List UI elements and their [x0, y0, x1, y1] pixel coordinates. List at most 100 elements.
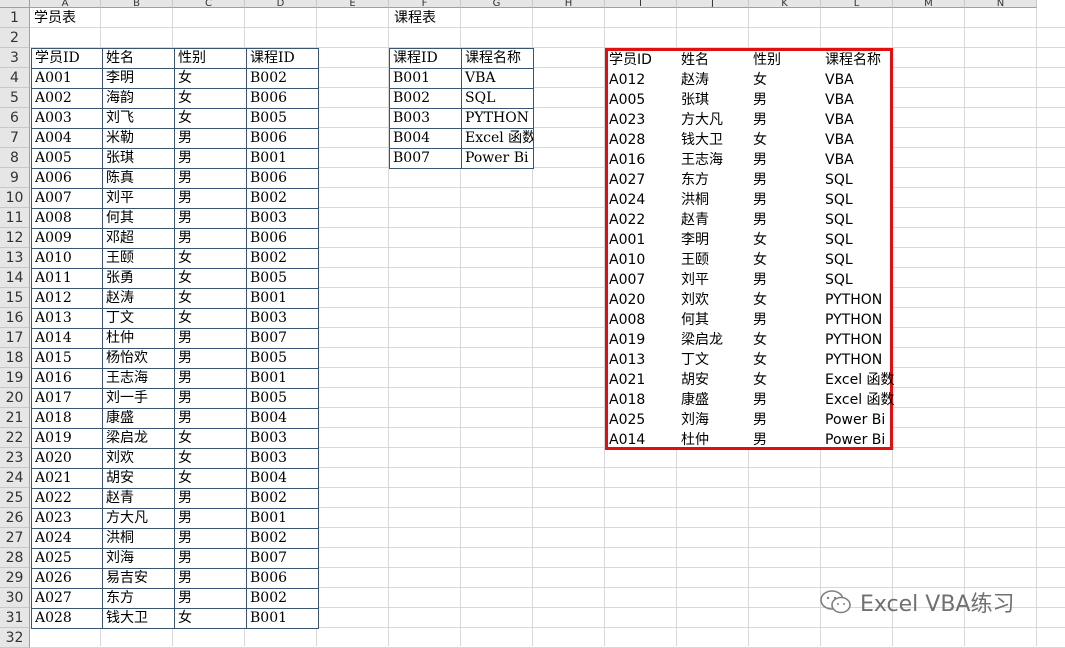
table-cell[interactable]: 女	[174, 268, 247, 289]
result-header-cell[interactable]: 课程名称	[825, 50, 881, 70]
courses-title[interactable]: 课程表	[391, 8, 436, 28]
table-cell[interactable]: A001	[31, 68, 103, 89]
table-cell[interactable]: A025	[31, 548, 103, 569]
table-cell[interactable]: B006	[246, 228, 319, 249]
column-header-j[interactable]: J	[677, 0, 749, 8]
table-cell[interactable]: 男	[174, 408, 247, 429]
table-cell[interactable]: B006	[246, 568, 319, 589]
table-cell[interactable]: 邓超	[102, 228, 175, 249]
table-cell[interactable]: 刘欢	[102, 448, 175, 469]
table-cell[interactable]: SQL	[825, 190, 853, 210]
table-cell[interactable]: 女	[753, 250, 767, 270]
table-cell[interactable]: B001	[246, 608, 319, 629]
table-cell[interactable]: 男	[753, 90, 767, 110]
result-header-cell[interactable]: 学员ID	[609, 50, 652, 70]
table-cell[interactable]: SQL	[825, 270, 853, 290]
table-cell[interactable]: A025	[609, 410, 645, 430]
table-cell[interactable]: B002	[246, 528, 319, 549]
row-header-8[interactable]: 8	[0, 148, 30, 168]
table-cell[interactable]: 钱大卫	[681, 130, 723, 150]
table-cell[interactable]: A027	[31, 588, 103, 609]
table-cell[interactable]: A017	[31, 388, 103, 409]
table-cell[interactable]: A022	[609, 210, 645, 230]
table-cell[interactable]: A012	[609, 70, 645, 90]
row-header-17[interactable]: 17	[0, 328, 30, 348]
table-cell[interactable]: 男	[753, 190, 767, 210]
table-cell[interactable]: A019	[609, 330, 645, 350]
table-cell[interactable]: PYTHON	[825, 310, 882, 330]
table-cell[interactable]: A026	[31, 568, 103, 589]
table-cell[interactable]: A028	[609, 130, 645, 150]
row-header-4[interactable]: 4	[0, 68, 30, 88]
table-cell[interactable]: 洪桐	[681, 190, 709, 210]
table-cell[interactable]: 女	[174, 288, 247, 309]
row-header-20[interactable]: 20	[0, 388, 30, 408]
row-header-25[interactable]: 25	[0, 488, 30, 508]
table-cell[interactable]: B002	[246, 68, 319, 89]
column-header-e[interactable]: E	[317, 0, 389, 8]
column-header-c[interactable]: C	[173, 0, 245, 8]
table-cell[interactable]: 杜仲	[681, 430, 709, 450]
table-cell[interactable]: B001	[246, 288, 319, 309]
table-cell[interactable]: 女	[753, 70, 767, 90]
table-cell[interactable]: B003	[246, 208, 319, 229]
table-cell[interactable]: B005	[246, 268, 319, 289]
table-cell[interactable]: B006	[246, 128, 319, 149]
row-header-27[interactable]: 27	[0, 528, 30, 548]
table-cell[interactable]: A008	[31, 208, 103, 229]
table-cell[interactable]: A002	[31, 88, 103, 109]
table-cell[interactable]: A018	[31, 408, 103, 429]
table-cell[interactable]: 李明	[102, 68, 175, 89]
table-cell[interactable]: B002	[246, 248, 319, 269]
table-cell[interactable]: Excel 函数	[825, 390, 895, 410]
table-cell[interactable]: 王志海	[102, 368, 175, 389]
table-cell[interactable]: 女	[753, 230, 767, 250]
table-cell[interactable]: 梁启龙	[102, 428, 175, 449]
table-cell[interactable]: 男	[174, 348, 247, 369]
table-cell[interactable]: B003	[246, 308, 319, 329]
spreadsheet[interactable]: ABCDEFGHIJKLMN 1 2 3 4 5 6 7 8 9 10 11 12 13 14 15 16 17…	[0, 0, 1065, 648]
table-cell[interactable]: VBA	[825, 110, 854, 130]
students-header-cell[interactable]: 姓名	[102, 48, 175, 69]
table-cell[interactable]: 女	[174, 468, 247, 489]
courses-header-cell[interactable]: 课程名称	[461, 48, 534, 69]
table-cell[interactable]: 男	[753, 170, 767, 190]
row-header-29[interactable]: 29	[0, 568, 30, 588]
table-cell[interactable]: 钱大卫	[102, 608, 175, 629]
row-header-9[interactable]: 9	[0, 168, 30, 188]
table-cell[interactable]: 女	[174, 448, 247, 469]
table-cell[interactable]: 女	[753, 130, 767, 150]
table-cell[interactable]: 男	[753, 310, 767, 330]
column-header-d[interactable]: D	[245, 0, 317, 8]
students-header-cell[interactable]: 课程ID	[246, 48, 319, 69]
table-cell[interactable]: 女	[174, 88, 247, 109]
table-cell[interactable]: 王志海	[681, 150, 723, 170]
table-cell[interactable]: 男	[174, 368, 247, 389]
table-cell[interactable]: B006	[246, 168, 319, 189]
table-cell[interactable]: 女	[753, 290, 767, 310]
table-cell[interactable]: B001	[246, 368, 319, 389]
table-cell[interactable]: 女	[753, 370, 767, 390]
row-header-6[interactable]: 6	[0, 108, 30, 128]
table-cell[interactable]: 何其	[102, 208, 175, 229]
table-cell[interactable]: 梁启龙	[681, 330, 723, 350]
table-cell[interactable]: B001	[246, 508, 319, 529]
table-cell[interactable]: 杨怡欢	[102, 348, 175, 369]
table-cell[interactable]: A005	[31, 148, 103, 169]
table-cell[interactable]: 男	[174, 488, 247, 509]
table-cell[interactable]: 李明	[681, 230, 709, 250]
table-cell[interactable]: B002	[246, 488, 319, 509]
table-cell[interactable]: A006	[31, 168, 103, 189]
table-cell[interactable]: A014	[31, 328, 103, 349]
table-cell[interactable]: 男	[753, 210, 767, 230]
row-header-21[interactable]: 21	[0, 408, 30, 428]
table-cell[interactable]: PYTHON	[825, 350, 882, 370]
table-cell[interactable]: 女	[174, 68, 247, 89]
row-header-12[interactable]: 12	[0, 228, 30, 248]
row-header-14[interactable]: 14	[0, 268, 30, 288]
column-header-k[interactable]: K	[749, 0, 821, 8]
table-cell[interactable]: 丁文	[102, 308, 175, 329]
students-header-cell[interactable]: 学员ID	[31, 48, 103, 69]
table-cell[interactable]: 米勒	[102, 128, 175, 149]
table-cell[interactable]: Excel 函数	[461, 128, 534, 149]
